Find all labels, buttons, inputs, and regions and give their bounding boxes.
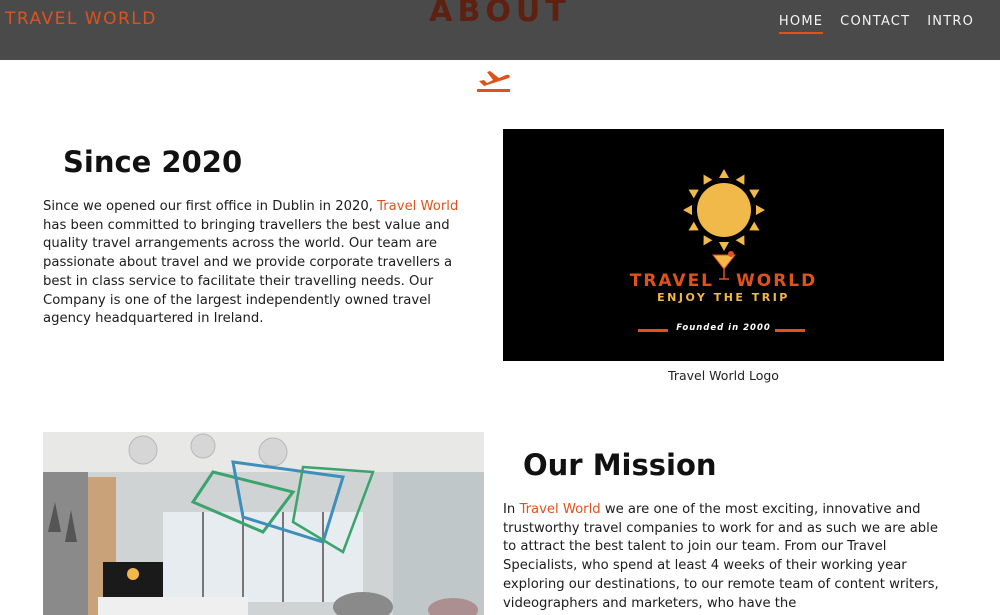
nav-contact-link[interactable]: CONTACT (840, 14, 910, 34)
airplane-takeoff-icon (477, 71, 510, 92)
since-heading: Since 2020 (63, 145, 243, 179)
travel-world-link[interactable]: Travel World (377, 199, 458, 214)
office-interior-photo (43, 432, 484, 615)
since-paragraph: Since we opened our first office in Dubl… (43, 199, 459, 327)
travel-world-logo-image: TRAVEL WORLD ENJOY THE TRIP Founded in 20… (503, 129, 944, 361)
site-header: TRAVEL WORLD ABOUT HOME CONTACT INTRO (0, 0, 1000, 60)
logo-wordmark: TRAVEL WORLD (629, 271, 818, 291)
logo-caption: Travel World Logo (668, 368, 779, 383)
travel-world-link[interactable]: Travel World (519, 502, 600, 517)
mission-heading: Our Mission (523, 448, 717, 482)
nav-home-link[interactable]: HOME (778, 14, 824, 34)
logo-rule-right (775, 329, 805, 332)
mission-paragraph: In Travel World we are one of the most e… (503, 502, 939, 611)
logo-tagline: ENJOY THE TRIP (657, 291, 790, 304)
main-nav: HOME CONTACT INTRO (778, 14, 974, 34)
logo-founded-text: Founded in 2000 (676, 323, 771, 333)
nav-intro-link[interactable]: INTRO (927, 14, 974, 34)
